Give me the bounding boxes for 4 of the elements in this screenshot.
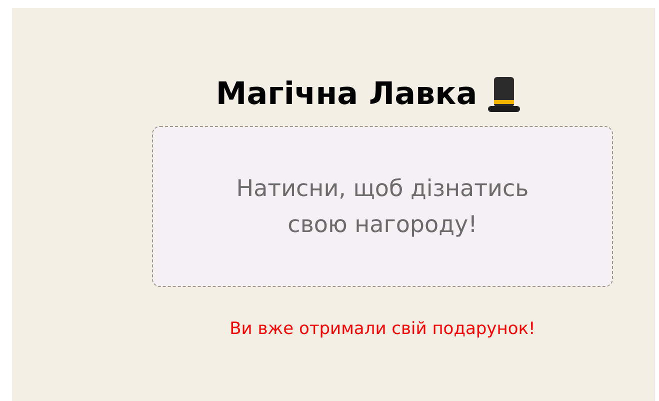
top-hat-icon	[487, 75, 522, 113]
shop-title: Магічна Лавка	[216, 75, 478, 114]
status-message: Ви вже отримали свій подарунок!	[230, 318, 536, 341]
reward-reveal-card[interactable]: Натисни, щоб дізнатись свою нагороду!	[152, 126, 613, 287]
